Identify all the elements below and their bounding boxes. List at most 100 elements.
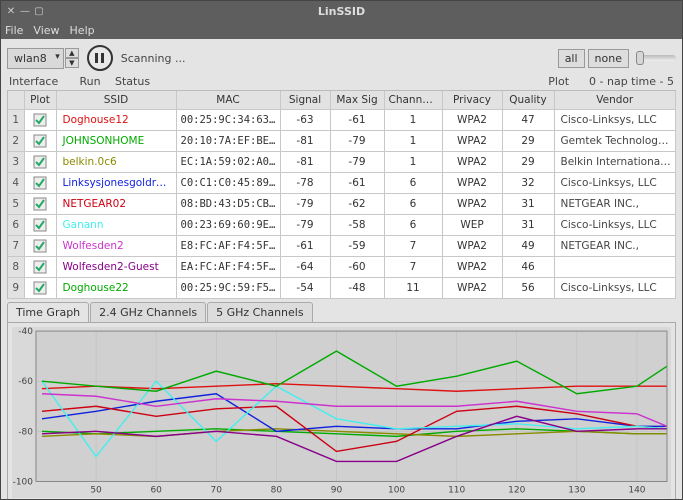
plot-checkbox[interactable]	[24, 131, 56, 152]
plot-checkbox[interactable]	[24, 110, 56, 131]
col-channel[interactable]: Channel	[384, 91, 442, 110]
col-maxsig[interactable]: Max Sig	[330, 91, 384, 110]
cell-quality: 49	[502, 236, 554, 257]
col-privacy[interactable]: Privacy	[442, 91, 502, 110]
table-row[interactable]: 3belkin.0c6EC:1A:59:02:A0:C6-81-791WPA22…	[8, 152, 676, 173]
table-row[interactable]: 9Doghouse2200:25:9C:59:F5:FC-54-4811WPA2…	[8, 278, 676, 299]
run-pause-button[interactable]	[87, 45, 113, 71]
cell-mac: 20:10:7A:EF:BE:EF	[176, 131, 280, 152]
col-signal[interactable]: Signal	[280, 91, 330, 110]
networks-table: Plot SSID MAC Signal Max Sig Channel Pri…	[8, 91, 676, 299]
plot-checkbox[interactable]	[24, 278, 56, 299]
svg-text:60: 60	[150, 486, 162, 496]
window-close-icon[interactable]: ✕	[5, 5, 17, 17]
table-header-row: Plot SSID MAC Signal Max Sig Channel Pri…	[8, 91, 676, 110]
plot-checkbox[interactable]	[24, 257, 56, 278]
svg-text:140: 140	[628, 486, 645, 496]
row-number: 2	[8, 131, 24, 152]
cell-mac: EC:1A:59:02:A0:C6	[176, 152, 280, 173]
menu-help[interactable]: Help	[70, 24, 95, 37]
cell-quality: 29	[502, 152, 554, 173]
cell-maxsig: -79	[330, 131, 384, 152]
cell-vendor: Cisco-Linksys, LLC	[554, 215, 676, 236]
nap-slider[interactable]	[636, 55, 676, 61]
table-row[interactable]: 6Ganann00:23:69:60:9E:DB-79-586WEP31Cisc…	[8, 215, 676, 236]
cell-quality: 29	[502, 131, 554, 152]
table-row[interactable]: 1Doghouse1200:25:9C:34:63:06-63-611WPA24…	[8, 110, 676, 131]
interface-spinner: ▲ ▼	[65, 48, 79, 68]
cell-vendor: NETGEAR INC.,	[554, 236, 676, 257]
spinner-down[interactable]: ▼	[65, 58, 79, 68]
cell-mac: E8:FC:AF:F4:5F:EF	[176, 236, 280, 257]
cell-signal: -79	[280, 194, 330, 215]
cell-mac: C0:C1:C0:45:89:F8	[176, 173, 280, 194]
cell-vendor: Belkin International Inc	[554, 152, 676, 173]
scan-status: Scanning ...	[121, 52, 186, 65]
table-row[interactable]: 7Wolfesden2E8:FC:AF:F4:5F:EF-61-597WPA24…	[8, 236, 676, 257]
svg-text:130: 130	[568, 486, 585, 496]
cell-signal: -54	[280, 278, 330, 299]
svg-text:-40: -40	[18, 327, 33, 337]
plot-all-button[interactable]: all	[558, 49, 585, 68]
cell-ssid: JOHNSONHOME	[56, 131, 176, 152]
plot-checkbox[interactable]	[24, 152, 56, 173]
cell-vendor: Cisco-Linksys, LLC	[554, 110, 676, 131]
svg-text:-80: -80	[18, 427, 33, 437]
col-plot[interactable]: Plot	[24, 91, 56, 110]
cell-quality: 47	[502, 110, 554, 131]
cell-maxsig: -58	[330, 215, 384, 236]
cell-vendor	[554, 257, 676, 278]
cell-ssid: Wolfesden2-Guest	[56, 257, 176, 278]
svg-text:110: 110	[448, 486, 465, 496]
window-minimize-icon[interactable]: —	[19, 5, 31, 17]
cell-ssid: Doghouse12	[56, 110, 176, 131]
cell-signal: -79	[280, 215, 330, 236]
cell-channel: 11	[384, 278, 442, 299]
cell-quality: 31	[502, 194, 554, 215]
plot-checkbox[interactable]	[24, 236, 56, 257]
chart-pane: -40-60-80-1005060708090100110120130140	[7, 322, 676, 499]
col-quality[interactable]: Quality	[502, 91, 554, 110]
plot-none-button[interactable]: none	[588, 49, 629, 68]
row-number: 3	[8, 152, 24, 173]
window-maximize-icon[interactable]: ▢	[33, 5, 45, 17]
cell-privacy: WPA2	[442, 131, 502, 152]
col-vendor[interactable]: Vendor	[554, 91, 676, 110]
table-row[interactable]: 8Wolfesden2-GuestEA:FC:AF:F4:5F:F0-64-60…	[8, 257, 676, 278]
window-title: LinSSID	[65, 5, 618, 18]
cell-ssid: Linksysjonesgoldrouter	[56, 173, 176, 194]
menu-file[interactable]: File	[5, 24, 23, 37]
menu-view[interactable]: View	[33, 24, 59, 37]
cell-channel: 1	[384, 131, 442, 152]
interface-dropdown[interactable]: wlan8	[7, 48, 64, 69]
cell-signal: -81	[280, 152, 330, 173]
cell-channel: 6	[384, 215, 442, 236]
networks-table-wrap: Plot SSID MAC Signal Max Sig Channel Pri…	[7, 90, 676, 299]
app-window: ✕ — ▢ LinSSID File View Help wlan8 ▲ ▼ S…	[0, 0, 683, 500]
tab-24ghz[interactable]: 2.4 GHz Channels	[90, 302, 206, 322]
plot-checkbox[interactable]	[24, 215, 56, 236]
cell-maxsig: -62	[330, 194, 384, 215]
cell-signal: -63	[280, 110, 330, 131]
cell-vendor: NETGEAR INC.,	[554, 194, 676, 215]
table-row[interactable]: 5NETGEAR0208:BD:43:D5:CB:03-79-626WPA231…	[8, 194, 676, 215]
run-label: Run	[71, 75, 109, 88]
spinner-up[interactable]: ▲	[65, 48, 79, 58]
cell-channel: 7	[384, 257, 442, 278]
col-ssid[interactable]: SSID	[56, 91, 176, 110]
row-number: 8	[8, 257, 24, 278]
tab-5ghz[interactable]: 5 GHz Channels	[207, 302, 312, 322]
cell-ssid: Doghouse22	[56, 278, 176, 299]
table-row[interactable]: 4LinksysjonesgoldrouterC0:C1:C0:45:89:F8…	[8, 173, 676, 194]
table-row[interactable]: 2JOHNSONHOME20:10:7A:EF:BE:EF-81-791WPA2…	[8, 131, 676, 152]
plot-checkbox[interactable]	[24, 173, 56, 194]
cell-quality: 31	[502, 215, 554, 236]
col-mac[interactable]: MAC	[176, 91, 280, 110]
tab-time-graph[interactable]: Time Graph	[7, 302, 89, 322]
col-num[interactable]	[8, 91, 24, 110]
cell-privacy: WPA2	[442, 152, 502, 173]
toolbar: wlan8 ▲ ▼ Scanning ... all none	[7, 45, 676, 71]
status-label: Status	[115, 75, 150, 88]
plot-checkbox[interactable]	[24, 194, 56, 215]
cell-vendor: Cisco-Linksys, LLC	[554, 278, 676, 299]
